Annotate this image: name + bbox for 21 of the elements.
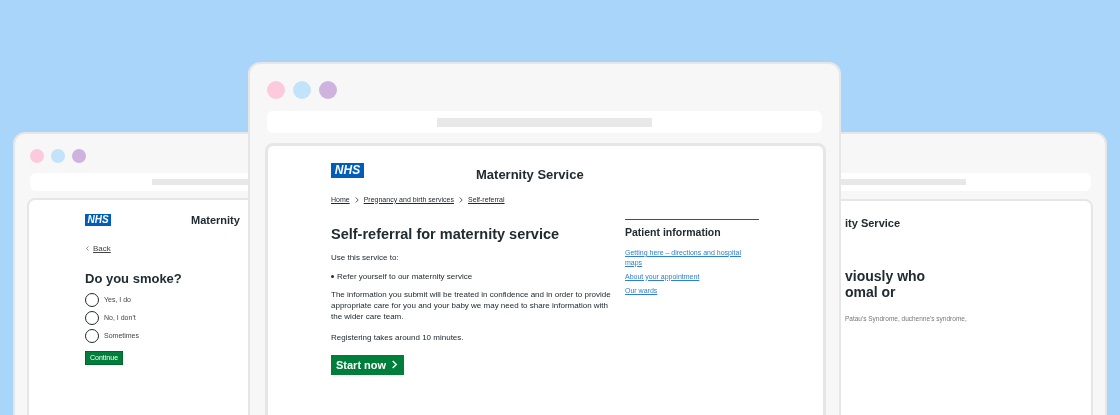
sidebar-title: Patient information (625, 225, 721, 240)
heading-text: omal or (845, 283, 896, 300)
heading-text: viously who (845, 267, 926, 284)
bullet-icon (331, 275, 334, 279)
page-heading: Self-referral for maternity service (331, 225, 560, 244)
chevron-left-icon (85, 246, 90, 251)
nhs-logo: NHS (85, 214, 111, 227)
back-link[interactable]: Back (85, 242, 111, 255)
paragraph: The information you submit will be treated in confidence and in order to provide appropriate care for you and your baby we may need to share information with the wider care team. (331, 288, 612, 322)
question-heading: Do you smoke? (85, 269, 182, 288)
service-title: Maternity Service (476, 166, 584, 184)
bullet-text: Refer yourself to our maternity service (337, 270, 473, 283)
start-now-button[interactable]: Start now (331, 354, 405, 375)
service-title: Maternity (191, 213, 240, 228)
chevron-right-icon (390, 360, 400, 370)
intro-text: Use this service to: (331, 251, 399, 264)
service-title: ity Service (845, 216, 901, 231)
chevron-right-icon (353, 196, 360, 203)
paragraph: Registering takes around 10 minutes. (331, 331, 465, 343)
nhs-logo: NHS (331, 163, 364, 179)
chevron-right-icon (457, 196, 464, 203)
